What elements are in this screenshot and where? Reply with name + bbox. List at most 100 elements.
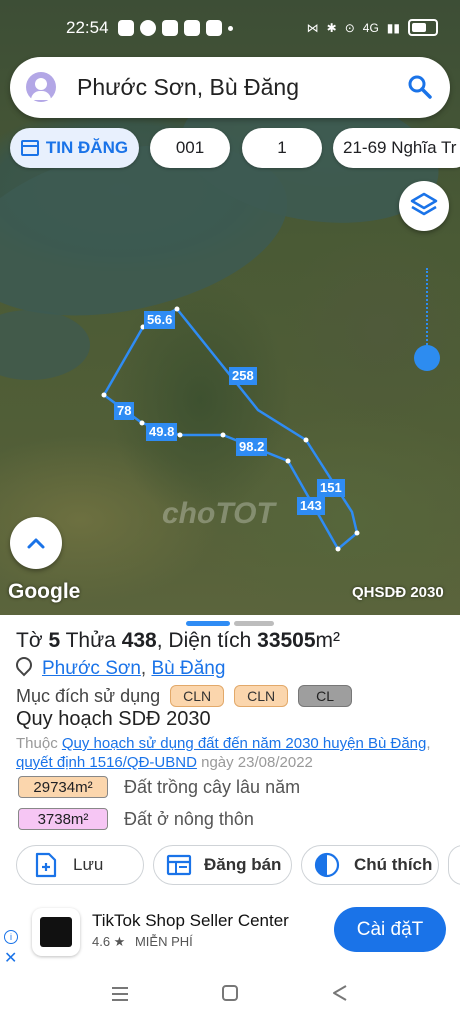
- opacity-slider-track[interactable]: [426, 268, 430, 348]
- action-label: Lưu: [73, 855, 104, 874]
- action-label: Đăng bán: [204, 855, 282, 874]
- app-icon: [184, 20, 200, 36]
- back-icon[interactable]: [331, 984, 349, 1002]
- land-use-purpose: Mục đích sử dụng CLN CLN CL: [16, 685, 353, 707]
- network-type: 4G: [362, 20, 379, 35]
- ad-rating: 4.6 ★: [92, 934, 126, 949]
- location-icon: ⊙: [344, 20, 355, 35]
- search-icon[interactable]: [406, 73, 434, 101]
- ad-banner[interactable]: i ✕ TikTok Shop Seller Center 4.6 ★ MIỄN…: [0, 905, 460, 970]
- ad-meta: 4.6 ★ MIỄN PHÍ: [92, 934, 193, 950]
- watermark: choTOT: [162, 497, 275, 530]
- edge-length-label: 49.8: [146, 423, 178, 441]
- ad-info-icon[interactable]: i: [4, 930, 18, 944]
- edge-length-label: 151: [317, 479, 345, 497]
- avatar[interactable]: [26, 72, 56, 102]
- commune-link[interactable]: Phước Sơn: [42, 658, 141, 679]
- map-view[interactable]: 56.6 258 78 49.8 98.2 151 143 choTOT 22:…: [0, 0, 460, 615]
- battery-icon: [408, 19, 438, 36]
- legend-button[interactable]: Chú thích: [301, 845, 439, 885]
- chip-label: 21-69 Nghĩa Tr: [343, 138, 457, 157]
- opacity-slider-handle[interactable]: [414, 345, 440, 371]
- sheet-label: Tờ: [16, 629, 43, 652]
- area-value-badge: 3738m²: [18, 808, 108, 830]
- ad-price: MIỄN PHÍ: [134, 934, 193, 949]
- search-query[interactable]: Phước Sơn, Bù Đăng: [77, 74, 299, 101]
- edge-length-label: 258: [229, 367, 257, 385]
- more-actions-button[interactable]: [448, 845, 460, 885]
- separator: ,: [426, 735, 431, 752]
- plan-link[interactable]: Quy hoạch sử dụng đất đến năm 2030 huyện…: [62, 735, 426, 752]
- planning-layer-label: QHSDĐ 2030: [352, 584, 444, 601]
- add-document-icon: [35, 852, 57, 878]
- plot-number: 438: [121, 629, 157, 652]
- plan-source: Thuộc Quy hoạch sử dụng đất đến năm 2030…: [16, 734, 436, 772]
- close-icon[interactable]: ✕: [4, 948, 17, 968]
- parcel-location: Phước Sơn, Bù Đăng: [12, 653, 225, 680]
- land-use-tag: CLN: [234, 685, 289, 707]
- separator: ,: [140, 658, 152, 679]
- decision-link[interactable]: quyết định 1516/QĐ-UBND: [16, 754, 197, 771]
- area-unit: m²: [315, 629, 341, 652]
- chip-map-sheet[interactable]: 001: [150, 128, 230, 168]
- land-use-tag: CLN: [170, 685, 225, 707]
- zalo-icon: [118, 20, 134, 36]
- messenger-icon: [140, 20, 156, 36]
- status-bar: 22:54 ⋈ ✱ ⊙ 4G ▮▮: [0, 0, 460, 56]
- edge-length-label: 143: [297, 497, 325, 515]
- area-value-badge: 29734m²: [18, 776, 108, 798]
- area-description: Đất ở nông thôn: [124, 808, 254, 829]
- layers-icon: [410, 192, 438, 216]
- chip-label: 001: [175, 138, 205, 157]
- chevron-up-icon: [27, 538, 45, 549]
- post-sale-button[interactable]: Đăng bán: [153, 845, 292, 885]
- save-button[interactable]: Lưu: [16, 845, 144, 885]
- ad-app-name: TikTok Shop Seller Center: [92, 911, 289, 930]
- home-icon[interactable]: [221, 984, 239, 1002]
- listing-icon: [166, 854, 192, 876]
- signal-icon: ▮▮: [386, 20, 400, 35]
- sheet-number: 5: [48, 629, 61, 652]
- chip-address[interactable]: 21-69 Nghĩa Tr: [333, 128, 460, 168]
- app-icon: [162, 20, 178, 36]
- edge-length-label: 78: [114, 402, 135, 420]
- area-breakdown-row: 29734m² Đất trồng cây lâu năm: [18, 776, 300, 798]
- chip-plot[interactable]: 1: [242, 128, 322, 168]
- sheet-page-indicator[interactable]: [234, 621, 274, 626]
- area-breakdown-row: 3738m² Đất ở nông thôn: [18, 808, 254, 830]
- layers-button[interactable]: [399, 181, 449, 231]
- area-label: , Diện tích: [156, 629, 252, 652]
- land-use-tag: CL: [298, 685, 353, 707]
- chip-tin-dang[interactable]: TIN ĐĂNG: [10, 128, 139, 168]
- install-button[interactable]: Cài đặT: [334, 907, 446, 952]
- recent-apps-icon[interactable]: [110, 984, 130, 1004]
- calendar-icon: [20, 140, 39, 156]
- area-value: 33505: [257, 629, 316, 652]
- belongs-prefix: Thuộc: [16, 735, 58, 752]
- sheet-page-indicator-active[interactable]: [186, 621, 230, 626]
- tiktok-shop-logo: [32, 908, 80, 956]
- chip-label: 1: [277, 138, 287, 157]
- edge-length-label: 56.6: [144, 311, 176, 329]
- system-icons: ⋈ ✱ ⊙ 4G ▮▮: [307, 19, 438, 36]
- plan-title: Quy hoạch SDĐ 2030: [16, 708, 211, 730]
- clock: 22:54: [66, 18, 109, 37]
- google-logo: Google: [8, 580, 81, 603]
- search-bar[interactable]: Phước Sơn, Bù Đăng: [10, 57, 450, 118]
- decision-date: ngày 23/08/2022: [201, 754, 313, 771]
- expand-up-button[interactable]: [10, 517, 62, 569]
- more-dot-icon: [228, 26, 233, 31]
- parcel-info-sheet: Tờ 5 Thửa 438, Diện tích 33505m² Phước S…: [0, 615, 460, 905]
- legend-icon: [314, 852, 340, 878]
- district-link[interactable]: Bù Đăng: [151, 658, 225, 679]
- news-icon: [206, 20, 222, 36]
- action-label: Chú thích: [354, 855, 433, 874]
- bluetooth-icon: ✱: [326, 20, 337, 35]
- plot-label: Thửa: [65, 629, 116, 652]
- parcel-title: Tờ 5 Thửa 438, Diện tích 33505m²: [16, 629, 340, 653]
- purpose-label: Mục đích sử dụng: [16, 685, 161, 706]
- system-nav-bar: [0, 970, 460, 1024]
- edge-length-label: 98.2: [236, 438, 268, 456]
- location-pin-icon: [12, 653, 36, 677]
- chip-label: TIN ĐĂNG: [45, 138, 129, 157]
